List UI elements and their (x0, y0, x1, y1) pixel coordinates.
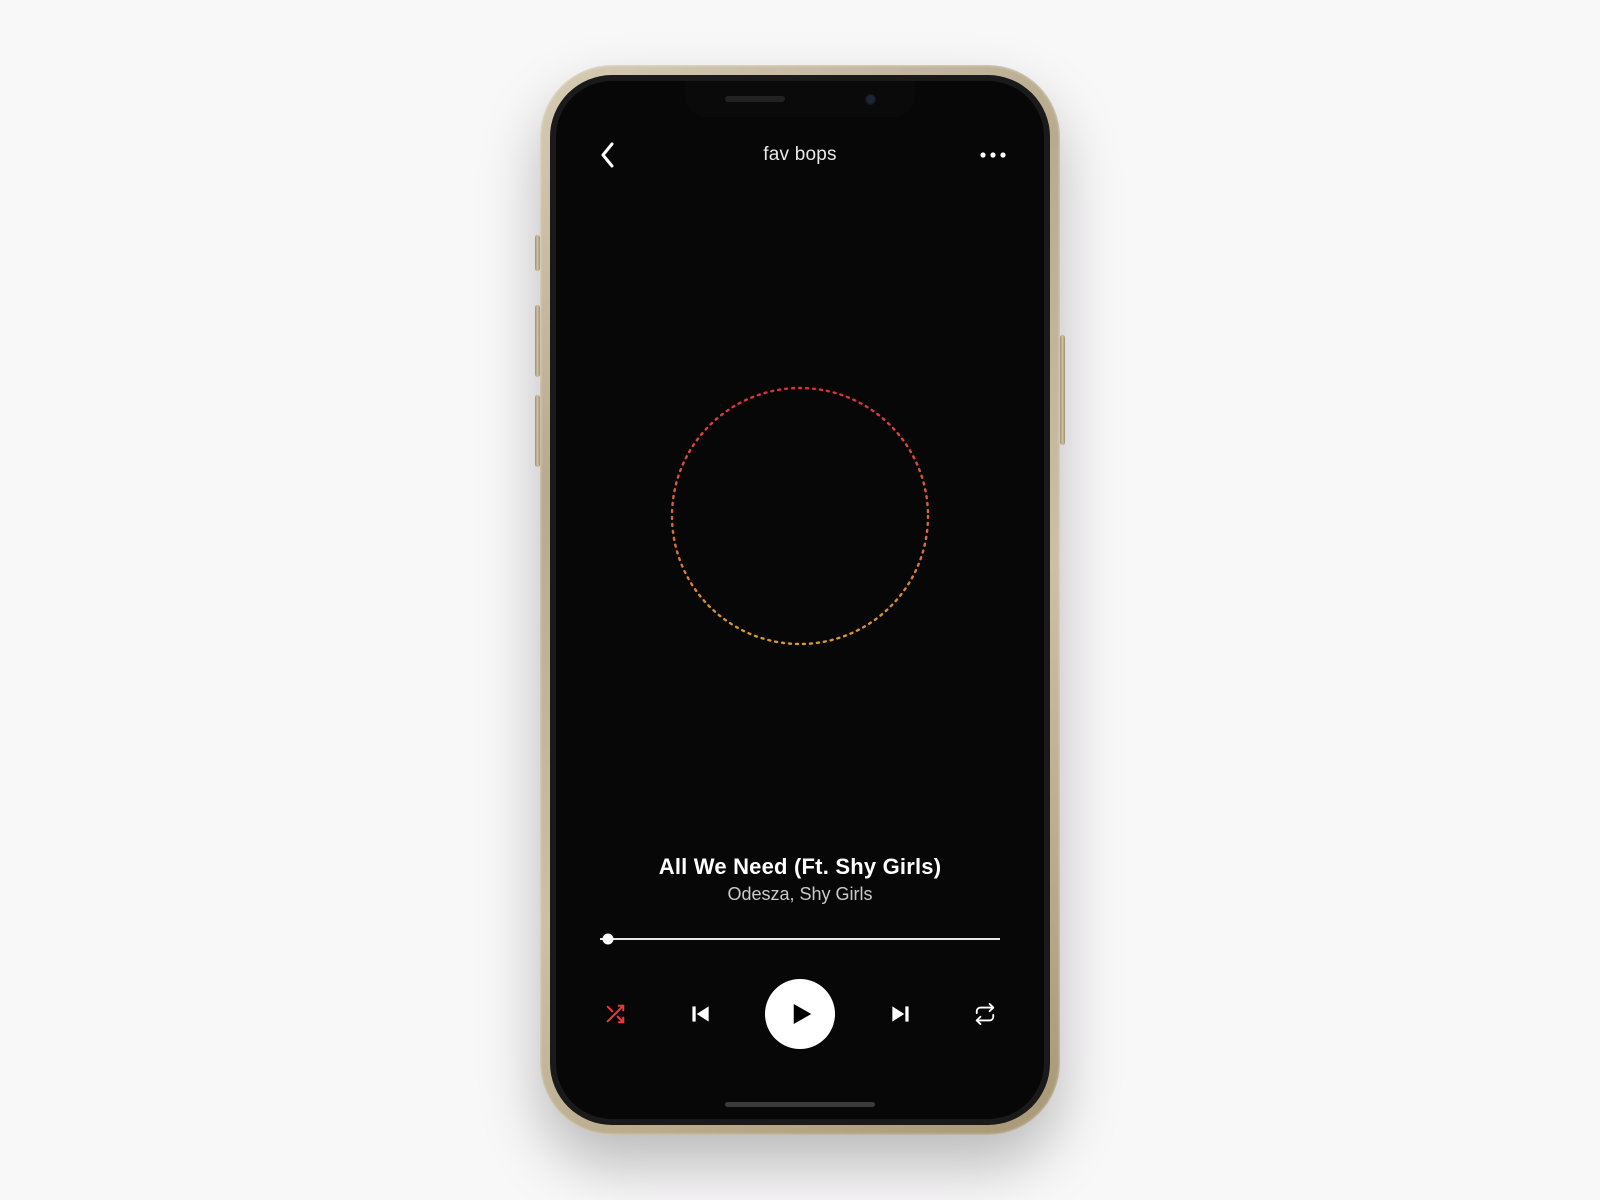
next-button[interactable] (882, 995, 920, 1033)
more-button[interactable] (976, 138, 1010, 172)
device-inner: fav bops (550, 75, 1050, 1125)
audio-visualizer-ring (650, 366, 950, 666)
play-button[interactable] (765, 979, 835, 1049)
chevron-left-icon (600, 142, 615, 168)
track-title: All We Need (Ft. Shy Girls) (586, 854, 1014, 880)
playlist-title: fav bops (763, 144, 836, 166)
progress-track (600, 938, 1000, 940)
front-camera (865, 94, 876, 105)
phone-device-frame: fav bops (540, 65, 1060, 1135)
home-indicator[interactable] (725, 1102, 875, 1107)
skip-previous-icon (687, 1001, 713, 1027)
volume-down-button[interactable] (535, 395, 540, 467)
skip-next-icon (888, 1001, 914, 1027)
volume-up-button[interactable] (535, 305, 540, 377)
progress-knob[interactable] (603, 934, 614, 945)
progress-bar[interactable] (600, 933, 1000, 945)
shuffle-button[interactable] (596, 995, 634, 1033)
more-horizontal-icon (979, 151, 1007, 159)
transport-controls (596, 979, 1004, 1049)
mute-switch[interactable] (535, 235, 540, 271)
shuffle-icon (604, 1003, 626, 1025)
player-topbar: fav bops (556, 133, 1044, 177)
play-icon (785, 999, 815, 1029)
track-artist: Odesza, Shy Girls (586, 884, 1014, 905)
power-button[interactable] (1060, 335, 1065, 445)
repeat-button[interactable] (966, 995, 1004, 1033)
speaker-grill (725, 96, 785, 102)
previous-button[interactable] (681, 995, 719, 1033)
repeat-icon (974, 1003, 996, 1025)
track-info: All We Need (Ft. Shy Girls) Odesza, Shy … (556, 854, 1044, 905)
visualizer-area (556, 177, 1044, 854)
back-button[interactable] (590, 138, 624, 172)
device-notch (685, 81, 915, 117)
app-screen: fav bops (556, 81, 1044, 1119)
